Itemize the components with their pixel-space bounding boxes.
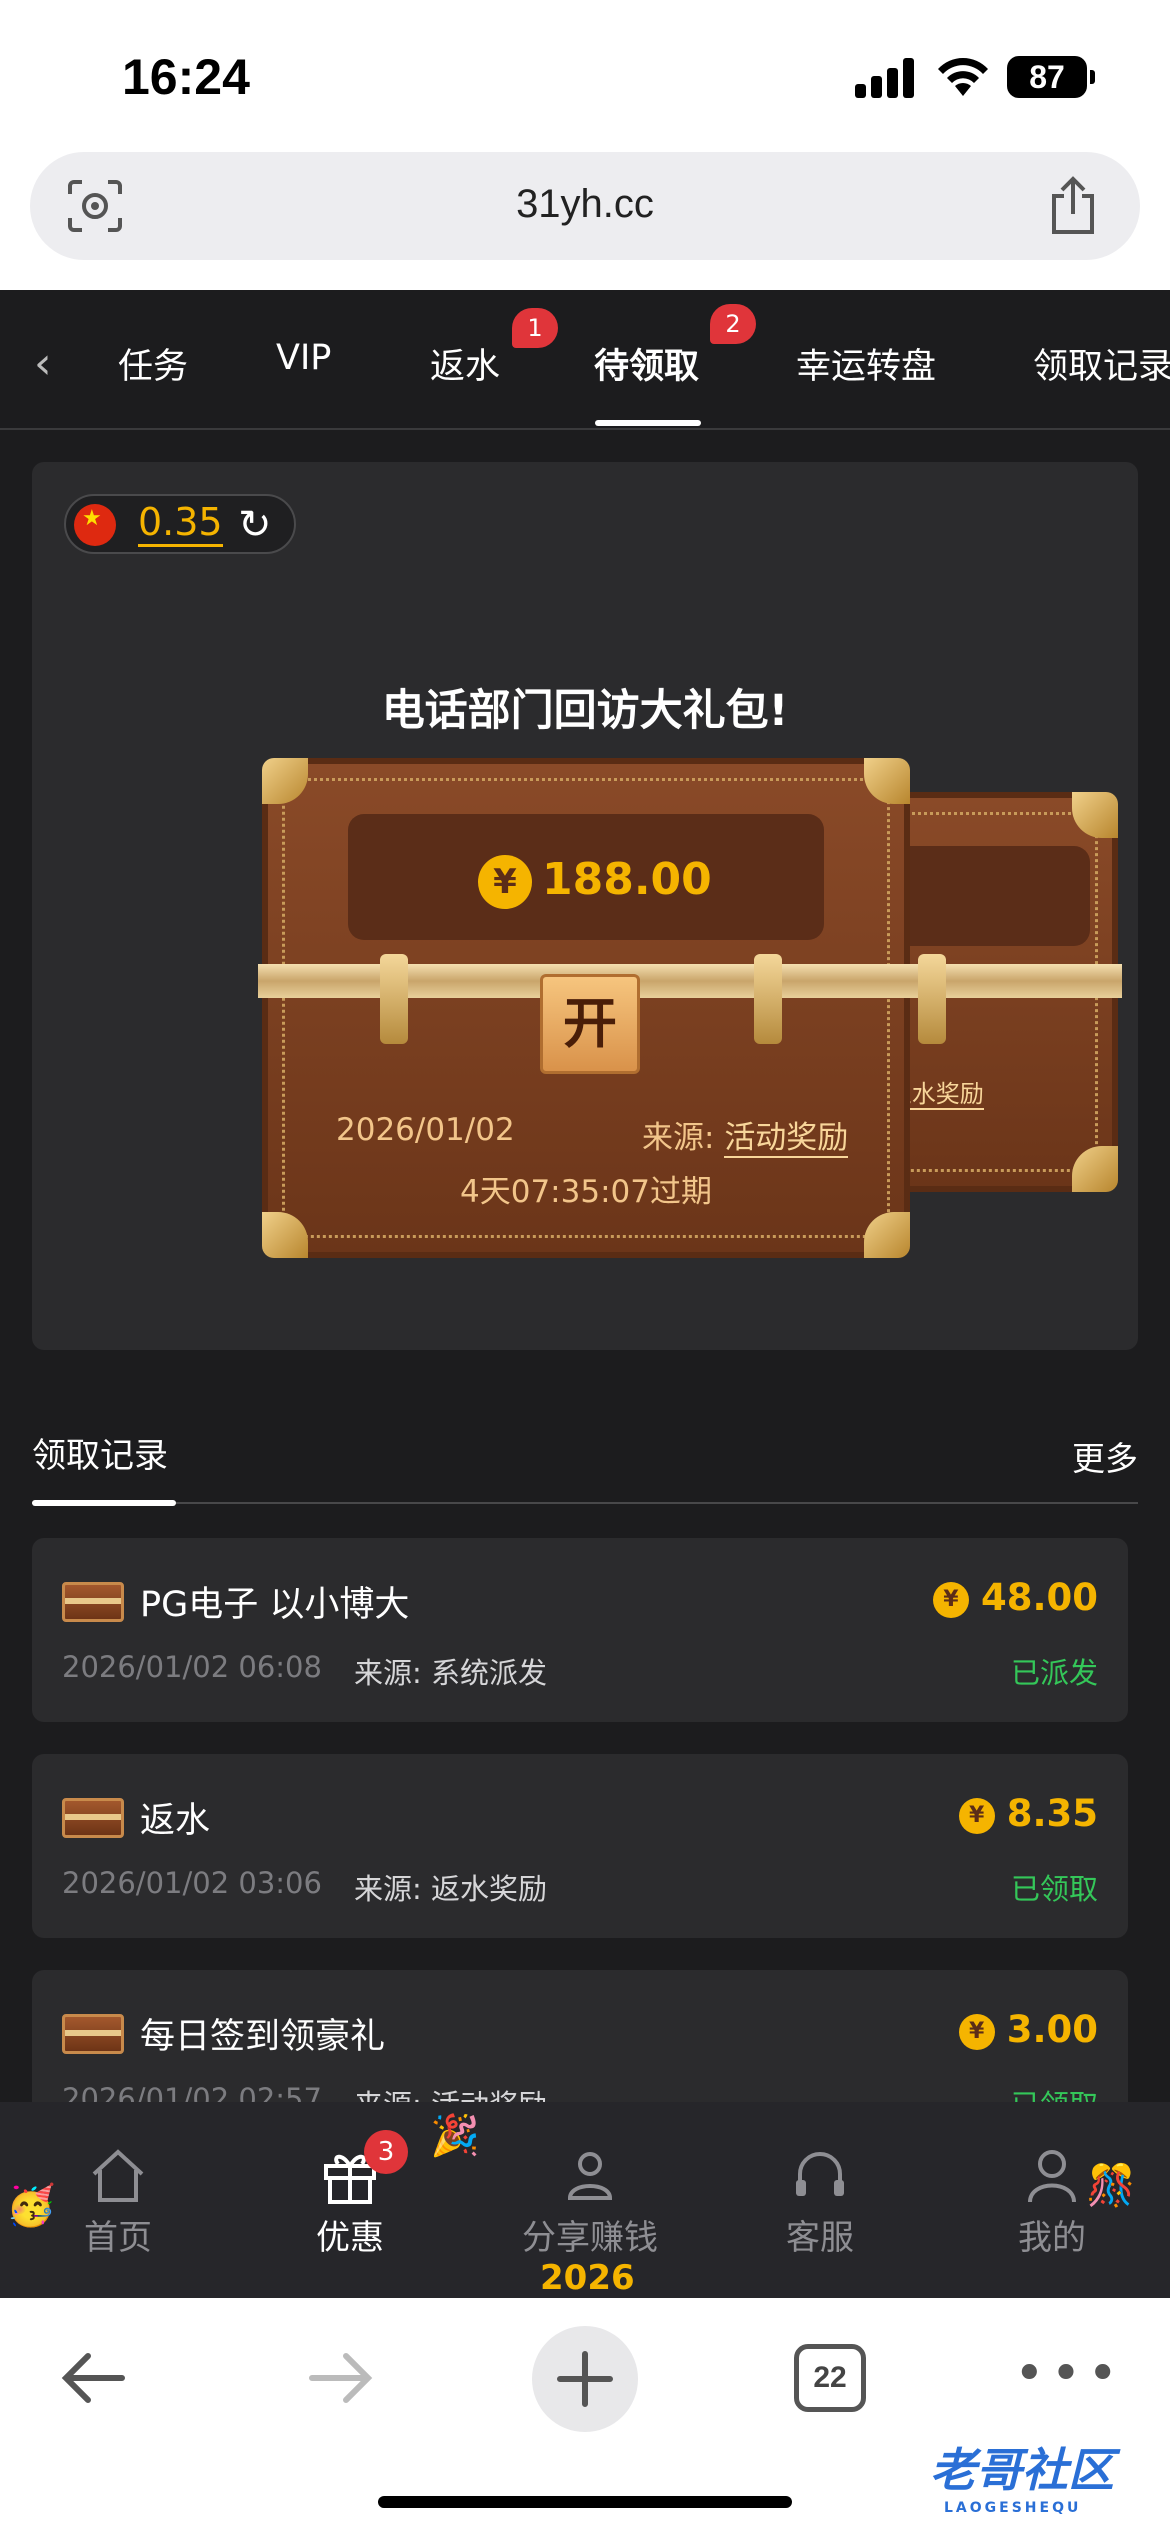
year-2026-decoration: 2026: [540, 2258, 635, 2298]
record-name: 每日签到领豪礼: [140, 2017, 386, 2057]
watermark-logo: 老哥社区 LAOGESHEQU: [930, 2434, 1114, 2516]
record-status: 已领取: [1010, 1872, 1098, 1906]
balance-pill: 0.35 ↻: [64, 494, 296, 554]
chest-clasp: [380, 954, 408, 1044]
gift-title: 电话部门回访大礼包!: [381, 686, 789, 736]
gift-expiry: 4天07:35:07过期: [460, 1174, 712, 1210]
more-options-icon[interactable]: •••: [1014, 2348, 1124, 2400]
home-icon: [92, 2149, 144, 2202]
nav-support-label: 客服: [786, 2218, 854, 2258]
chest-clasp: [918, 954, 946, 1044]
gift-source-label: 来源:: [642, 1120, 715, 1156]
nav-home[interactable]: 首页: [48, 2144, 188, 2259]
battery-indicator: 87: [1007, 56, 1095, 98]
open-lock-button[interactable]: 开: [540, 974, 640, 1074]
chest-icon: [62, 1582, 124, 1622]
status-bar: 16:24 87: [0, 0, 1170, 150]
nav-share-earn[interactable]: 分享赚钱: [500, 2144, 680, 2259]
new-tab-button[interactable]: [532, 2326, 638, 2432]
record-amount-value: 3.00: [1006, 2008, 1098, 2051]
record-amount: ¥3.00: [958, 2008, 1098, 2051]
address-bar[interactable]: 31yh.cc: [30, 152, 1140, 260]
yen-coin-icon: ¥: [932, 1581, 969, 1618]
wifi-icon: [938, 58, 988, 96]
records-title[interactable]: 领取记录: [32, 1428, 168, 1477]
record-datetime: 2026/01/02 06:08: [62, 1650, 322, 1684]
party-girl-icon: 🎊: [1086, 2163, 1136, 2209]
chest-icon: [62, 1798, 124, 1838]
party-hat-icon: 🎉: [430, 2113, 480, 2159]
record-source: 来源: 系统派发: [354, 1656, 547, 1690]
status-time: 16:24: [122, 49, 250, 105]
record-amount: ¥8.35: [958, 1792, 1098, 1835]
nav-promotions-badge: 3: [364, 2130, 408, 2174]
watermark-subtitle: LAOGESHEQU: [944, 2500, 1082, 2516]
record-datetime: 2026/01/02 03:06: [62, 1866, 322, 1900]
records-title-underline: [32, 1500, 176, 1506]
record-source: 来源: 返水奖励: [354, 1872, 547, 1906]
plus-icon: [557, 2351, 613, 2407]
tab-claim-history[interactable]: 领取记录: [1033, 338, 1170, 389]
gift-amount: ¥188.00: [478, 854, 712, 909]
back-arrow-icon[interactable]: [54, 2338, 134, 2418]
share-icon[interactable]: [1046, 176, 1100, 236]
record-card[interactable]: 返水 ¥8.35 2026/01/02 03:06 来源: 返水奖励 已领取: [32, 1754, 1128, 1938]
nav-promotions-label: 优惠: [316, 2218, 384, 2258]
tabs-count-button[interactable]: 22: [794, 2344, 866, 2412]
watermark-title: 老哥社区: [930, 2443, 1114, 2497]
active-tab-indicator: [595, 420, 701, 426]
record-name: PG电子 以小博大: [140, 1585, 410, 1625]
gift-date: 2026/01/02: [336, 1112, 515, 1148]
tab-pending[interactable]: 待领取: [594, 338, 699, 389]
users-icon: [567, 2152, 613, 2200]
tab-lucky-wheel[interactable]: 幸运转盘: [796, 338, 936, 389]
url-text[interactable]: 31yh.cc: [30, 182, 1140, 227]
nav-home-label: 首页: [84, 2218, 152, 2258]
headset-icon: [796, 2152, 844, 2196]
more-link[interactable]: 更多: [1072, 1432, 1138, 1480]
record-amount-value: 48.00: [980, 1576, 1098, 1619]
nav-profile-label: 我的: [1018, 2218, 1086, 2258]
nav-share-earn-label: 分享赚钱: [522, 2218, 658, 2258]
record-amount-value: 8.35: [1006, 1792, 1098, 1835]
gift-card: 0.35 ↻ 电话部门回访大礼包! 源: 返水奖励 ¥188.00 开 2026…: [32, 462, 1138, 1350]
forward-arrow-icon[interactable]: [300, 2338, 380, 2418]
record-name: 返水: [140, 1801, 211, 1841]
user-icon: [1028, 2150, 1076, 2203]
chevron-left-icon[interactable]: ‹: [34, 338, 52, 389]
tab-vip[interactable]: VIP: [276, 338, 331, 378]
tab-tasks[interactable]: 任务: [118, 338, 188, 389]
record-amount: ¥48.00: [932, 1576, 1098, 1619]
promo-tabs: ‹ 任务 VIP 返水 1 待领取 2 幸运转盘 领取记录: [0, 290, 1170, 430]
records-header: 领取记录 更多: [32, 1424, 1138, 1506]
bottom-nav: 🥳 首页 优惠 3 🎉 分享赚钱 2026 客服 我的 🎊: [0, 2102, 1170, 2298]
cellular-signal-icon: [855, 58, 917, 98]
browser-address-area: 31yh.cc: [0, 150, 1170, 290]
yen-coin-icon: ¥: [958, 1797, 995, 1834]
gift-source: 来源: 活动奖励: [642, 1112, 849, 1158]
yen-coin-icon: ¥: [478, 855, 532, 909]
home-indicator[interactable]: [378, 2496, 792, 2508]
gift-source-value: 活动奖励: [724, 1120, 849, 1158]
tab-rebate-badge: 1: [512, 308, 558, 348]
chest-front[interactable]: ¥188.00 开 2026/01/02 来源: 活动奖励 4天07:35:07…: [258, 758, 914, 1258]
chest-icon: [62, 2014, 124, 2054]
tab-rebate[interactable]: 返水: [430, 338, 500, 389]
chest-clasp: [754, 954, 782, 1044]
china-flag-icon: [74, 504, 116, 546]
record-status: 已派发: [1010, 1656, 1098, 1690]
gift-amount-value: 188.00: [542, 854, 712, 905]
record-card[interactable]: PG电子 以小博大 ¥48.00 2026/01/02 06:08 来源: 系统…: [32, 1538, 1128, 1722]
balance-value: 0.35: [138, 502, 223, 547]
refresh-icon[interactable]: ↻: [238, 502, 272, 548]
nav-support[interactable]: 客服: [750, 2144, 890, 2259]
yen-coin-icon: ¥: [958, 2013, 995, 2050]
tab-pending-badge: 2: [710, 304, 756, 344]
nav-promotions[interactable]: 优惠 3: [280, 2130, 420, 2259]
